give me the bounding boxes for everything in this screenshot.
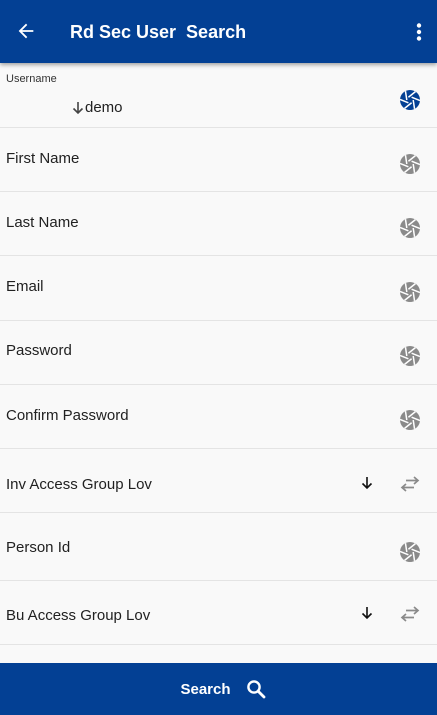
confirm-password-field[interactable]: Confirm Password	[0, 385, 437, 449]
bu-access-group-lov-dropdown[interactable]	[360, 605, 374, 621]
person-id-scan-button[interactable]	[399, 541, 421, 563]
swap-icon	[400, 476, 420, 492]
last-name-label: Last Name	[6, 214, 79, 231]
swap-icon	[400, 606, 420, 622]
username-value-wrap: demo	[72, 99, 123, 116]
person-id-label: Person Id	[6, 539, 71, 556]
password-field[interactable]: Password	[0, 321, 437, 385]
search-button[interactable]: Search	[0, 663, 437, 715]
arrow-left-icon	[18, 23, 34, 39]
more-options-button[interactable]	[409, 18, 429, 46]
arrow-down-icon	[72, 101, 84, 114]
bu-access-group-lov-field[interactable]: Bu Access Group Lov	[0, 581, 437, 645]
password-label: Password	[6, 342, 72, 359]
confirm-password-label: Confirm Password	[6, 407, 129, 424]
inv-access-group-lov-field[interactable]: Inv Access Group Lov	[0, 449, 437, 513]
inv-access-group-lov-dropdown[interactable]	[360, 475, 374, 491]
username-scan-button[interactable]	[399, 89, 421, 111]
camera-aperture-icon	[399, 410, 421, 430]
password-scan-button[interactable]	[399, 345, 421, 367]
search-icon	[245, 678, 267, 700]
app-bar: Rd Sec User Search	[0, 0, 437, 63]
email-field[interactable]: Email	[0, 256, 437, 321]
username-label: Username	[6, 73, 57, 85]
page-title: Rd Sec User Search	[70, 22, 247, 42]
first-name-scan-button[interactable]	[399, 153, 421, 175]
first-name-label: First Name	[6, 150, 80, 167]
first-name-field[interactable]: First Name	[0, 128, 437, 192]
bu-access-group-lov-swap-button[interactable]	[399, 603, 421, 625]
camera-aperture-icon	[399, 542, 421, 562]
more-vertical-icon	[416, 23, 422, 41]
username-value: demo	[85, 99, 123, 116]
arrow-down-icon	[361, 477, 373, 490]
inv-access-group-lov-label: Inv Access Group Lov	[6, 476, 152, 493]
bu-access-group-lov-label: Bu Access Group Lov	[6, 607, 151, 624]
camera-aperture-icon	[399, 282, 421, 302]
username-field[interactable]: Username demo	[0, 63, 437, 128]
arrow-down-icon	[361, 607, 373, 620]
email-scan-button[interactable]	[399, 281, 421, 303]
camera-aperture-icon	[399, 218, 421, 238]
email-label: Email	[6, 278, 44, 295]
person-id-field[interactable]: Person Id	[0, 513, 437, 581]
camera-aperture-icon	[399, 154, 421, 174]
back-button[interactable]	[12, 17, 40, 45]
camera-aperture-icon	[399, 346, 421, 366]
last-name-scan-button[interactable]	[399, 217, 421, 239]
camera-aperture-icon	[399, 90, 421, 110]
search-button-label: Search	[180, 680, 231, 698]
confirm-password-scan-button[interactable]	[399, 409, 421, 431]
search-form: Username demo First Name Last Name Email	[0, 63, 437, 645]
last-name-field[interactable]: Last Name	[0, 192, 437, 256]
inv-access-group-lov-swap-button[interactable]	[399, 473, 421, 495]
